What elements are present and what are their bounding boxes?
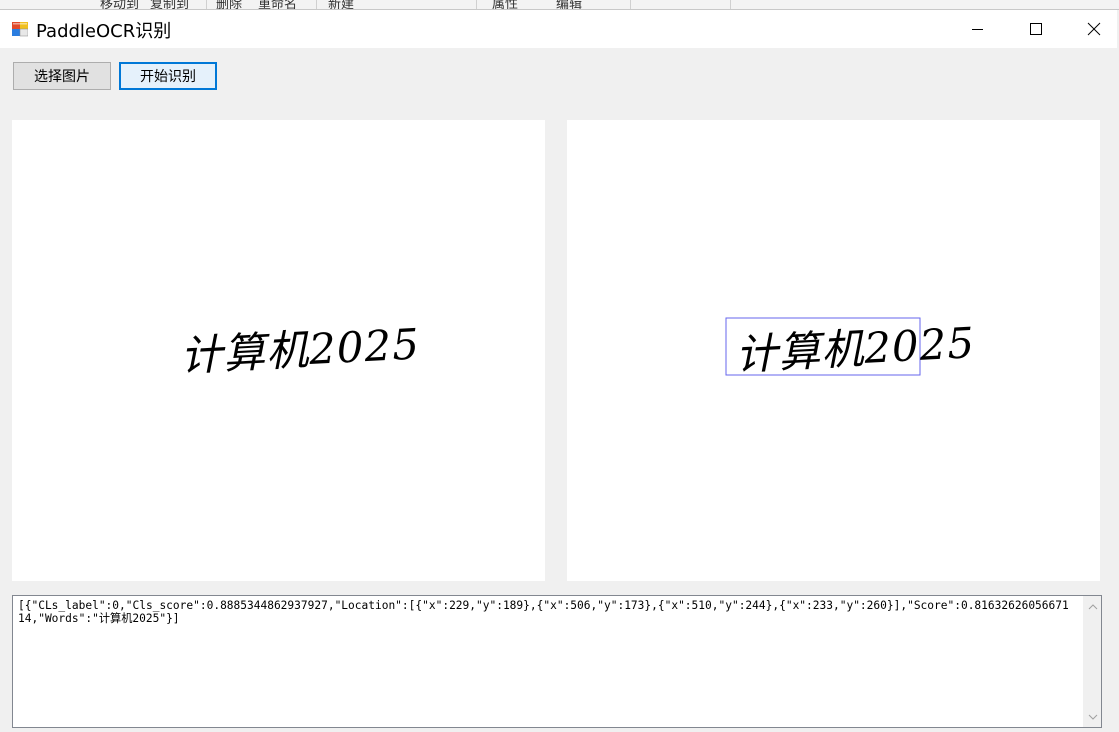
minimize-icon — [972, 29, 983, 30]
app-window: PaddleOCR识别 选择图片 开始识别 计算机2025 计算机2025 [{… — [0, 9, 1119, 732]
chevron-up-icon — [1088, 603, 1097, 609]
source-handwriting: 计算机2025 — [179, 319, 421, 380]
result-textbox[interactable]: [{"CLs_label":0,"Cls_score":0.8885344862… — [12, 595, 1102, 728]
winforms-app-icon — [12, 22, 28, 37]
select-image-button[interactable]: 选择图片 — [13, 62, 111, 90]
start-recognize-button[interactable]: 开始识别 — [119, 62, 217, 90]
vertical-scrollbar[interactable] — [1083, 596, 1101, 727]
scroll-down-button[interactable] — [1084, 708, 1101, 725]
maximize-button[interactable] — [1008, 10, 1064, 48]
scroll-up-button[interactable] — [1084, 598, 1101, 615]
result-image-box: 计算机2025 — [567, 120, 1100, 581]
window-title: PaddleOCR识别 — [36, 21, 172, 42]
result-handwriting: 计算机2025 — [734, 318, 976, 379]
close-icon — [1087, 22, 1101, 36]
result-json-text: [{"CLs_label":0,"Cls_score":0.8885344862… — [18, 599, 1069, 625]
title-bar[interactable]: PaddleOCR识别 — [0, 10, 1117, 48]
source-image-box: 计算机2025 — [12, 120, 545, 581]
maximize-icon — [1030, 23, 1042, 35]
minimize-button[interactable] — [950, 10, 1006, 48]
close-button[interactable] — [1066, 10, 1119, 48]
chevron-down-icon — [1088, 714, 1097, 720]
